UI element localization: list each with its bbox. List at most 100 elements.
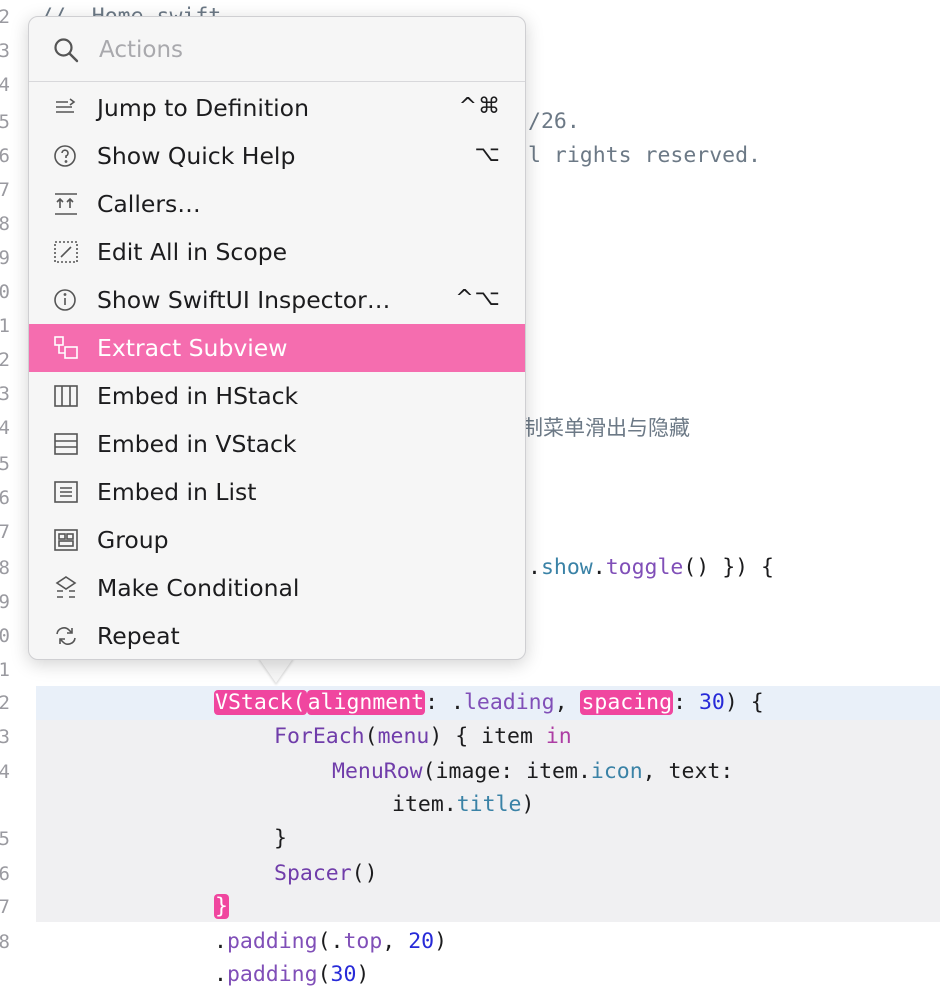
line-number: 0 <box>0 281 10 303</box>
menu-item-show-swiftui-inspector[interactable]: Show SwiftUI Inspector… ^⌥ <box>29 276 525 324</box>
code-token-leading: leading <box>463 690 555 715</box>
code-token-title: title <box>456 792 522 817</box>
hstack-icon <box>51 382 81 410</box>
menu-item-label: Embed in List <box>97 478 257 506</box>
menu-item-edit-all-in-scope[interactable]: Edit All in Scope <box>29 228 525 276</box>
line-number: 3 <box>0 383 10 405</box>
line-number: 0 <box>0 625 10 647</box>
menu-pointer-arrow <box>258 657 294 683</box>
code-token-menu: menu <box>377 724 430 749</box>
line-number: 7 <box>0 521 10 543</box>
line-number: 7 <box>0 896 10 918</box>
code-token: ( <box>317 962 331 987</box>
line-number: 4 <box>0 417 10 439</box>
code-token: ) { item <box>429 724 546 749</box>
menu-item-make-conditional[interactable]: Make Conditional <box>29 564 525 612</box>
code-line-padding: .padding(30) <box>214 958 369 992</box>
callers-icon <box>51 190 81 218</box>
menu-item-embed-in-list[interactable]: Embed in List <box>29 468 525 516</box>
menu-item-label: Repeat <box>97 622 180 650</box>
code-token: , text: <box>642 759 734 784</box>
actions-search-input[interactable] <box>97 31 501 69</box>
code-token-show: show <box>540 555 593 580</box>
code-token: . <box>214 929 227 954</box>
menu-item-shortcut: ^⌘ <box>458 94 501 119</box>
code-line-close-brace: } <box>274 826 287 851</box>
menu-item-group[interactable]: Group <box>29 516 525 564</box>
question-circle-icon <box>51 142 81 170</box>
menu-item-embed-in-hstack[interactable]: Embed in HStack <box>29 372 525 420</box>
code-line-spacer: Spacer() <box>274 857 378 891</box>
line-number: 3 <box>0 726 10 748</box>
code-token: () <box>351 861 378 886</box>
line-number: 2 <box>0 692 10 714</box>
menu-item-callers[interactable]: Callers… <box>29 180 525 228</box>
code-line-toggle: .show.toggle() }) { <box>528 551 774 585</box>
code-line-padding-top: .padding(.top, 20) <box>214 925 447 959</box>
repeat-icon <box>51 622 81 650</box>
search-icon <box>54 38 79 63</box>
code-token-foreach: ForEach <box>274 724 365 749</box>
line-number: 6 <box>0 863 10 885</box>
line-number: 6 <box>0 487 10 509</box>
line-number: 1 <box>0 315 10 337</box>
line-number: 3 <box>0 40 10 62</box>
line-number: 9 <box>0 591 10 613</box>
extract-subview-icon <box>51 334 81 362</box>
info-circle-icon <box>51 286 81 314</box>
menu-item-label: Edit All in Scope <box>97 238 288 266</box>
menu-item-shortcut: ⌥ <box>474 142 501 167</box>
line-number: 6 <box>0 145 10 167</box>
search-row <box>29 17 525 82</box>
code-token-top: top <box>343 929 383 954</box>
code-line-comment-rights: l rights reserved. <box>528 143 761 168</box>
code-line-menurow-cont: item.title) <box>392 788 534 822</box>
group-icon <box>51 526 81 554</box>
code-token-icon: icon <box>590 759 643 784</box>
code-token-padding: padding <box>226 929 318 954</box>
menu-item-embed-in-vstack[interactable]: Embed in VStack <box>29 420 525 468</box>
line-number: 2 <box>0 6 10 28</box>
vstack-icon <box>51 430 81 458</box>
conditional-icon <box>51 574 81 602</box>
code-token: item. <box>392 792 457 817</box>
code-token: : <box>673 690 699 715</box>
line-number: 9 <box>0 247 10 269</box>
menu-item-label: Jump to Definition <box>97 94 309 122</box>
code-token-padding: padding <box>226 962 318 987</box>
code-line-vstack: VStack(alignment: .leading, spacing: 30)… <box>214 686 764 720</box>
code-token: . <box>528 555 541 580</box>
line-number: 8 <box>0 557 10 579</box>
highlighted-token-alignment: alignment <box>306 690 426 715</box>
code-token: . <box>592 555 606 580</box>
line-number: 5 <box>0 828 10 850</box>
code-token-in: in <box>545 724 572 749</box>
code-token: (. <box>317 929 344 954</box>
code-token: ) <box>521 792 535 817</box>
code-token: ( <box>364 724 378 749</box>
code-token: ) <box>434 929 448 954</box>
list-icon <box>51 478 81 506</box>
menu-item-jump-to-definition[interactable]: Jump to Definition ^⌘ <box>29 84 525 132</box>
highlighted-token-spacing: spacing <box>580 690 674 715</box>
line-number: 7 <box>0 179 10 201</box>
menu-item-label: Show SwiftUI Inspector… <box>97 286 391 314</box>
code-token-toggle: toggle <box>605 555 684 580</box>
code-token: ) { <box>724 690 764 715</box>
menu-item-label: Embed in VStack <box>97 430 297 458</box>
code-line-comment-chinese: 制菜单滑出与隐藏 <box>522 416 690 440</box>
menu-item-label: Extract Subview <box>97 334 288 362</box>
highlighted-token-vstack: VStack( <box>214 690 307 715</box>
line-number: 4 <box>0 74 10 96</box>
menu-item-show-quick-help[interactable]: Show Quick Help ⌥ <box>29 132 525 180</box>
code-token: (image: item. <box>422 759 591 784</box>
menu-item-repeat[interactable]: Repeat <box>29 612 525 660</box>
code-token: ) <box>356 962 370 987</box>
code-token-menurow: MenuRow <box>332 759 423 784</box>
menu-item-shortcut: ^⌥ <box>455 286 501 311</box>
menu-item-extract-subview[interactable]: Extract Subview <box>29 324 525 372</box>
code-token-number: 30 <box>698 690 725 715</box>
code-token-number: 30 <box>330 962 357 987</box>
line-number: 5 <box>0 111 10 133</box>
code-token: , <box>554 690 581 715</box>
